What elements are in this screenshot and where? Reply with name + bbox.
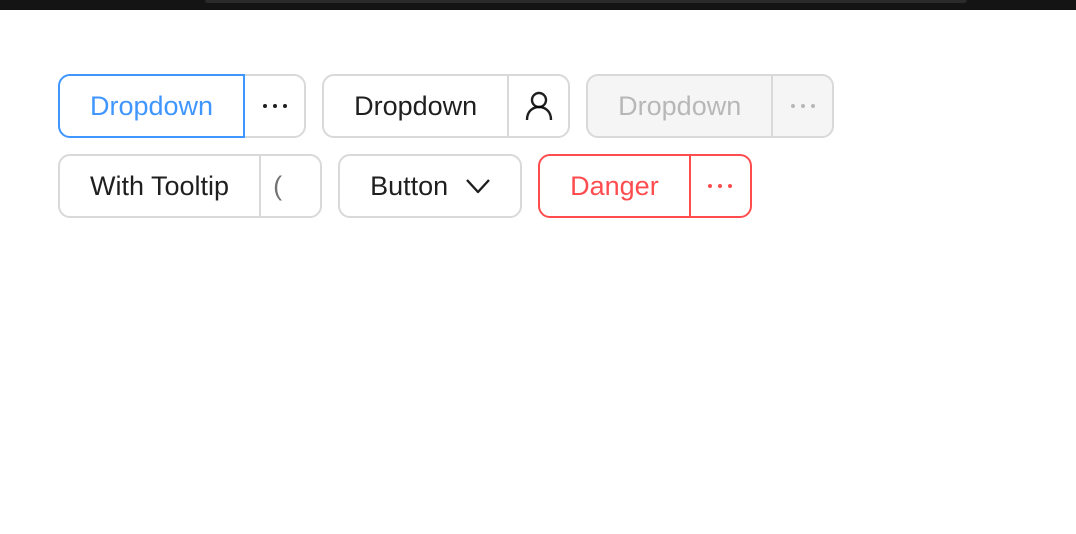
tooltip-dropdown-button[interactable]: With Tooltip <box>58 154 262 218</box>
danger-dropdown-button-group: Danger <box>538 154 752 218</box>
tooltip-dropdown-menu-trigger[interactable]: ( <box>259 154 323 218</box>
user-icon <box>525 91 553 121</box>
ellipsis-icon <box>790 103 816 109</box>
primary-dropdown-menu-trigger[interactable] <box>243 74 307 138</box>
user-dropdown-menu-trigger[interactable] <box>507 74 571 138</box>
disabled-dropdown-menu-trigger <box>771 74 835 138</box>
danger-dropdown-button[interactable]: Danger <box>538 154 691 218</box>
button-row-1: Dropdown Dropdown Dropdown <box>58 74 835 138</box>
button-row-2: With Tooltip ( Button Danger <box>58 154 834 218</box>
dropdown-button-demo: Dropdown Dropdown Dropdown With Tooltip … <box>58 74 835 234</box>
disabled-dropdown-button: Dropdown <box>586 74 774 138</box>
user-dropdown-button-group: Dropdown <box>322 74 571 138</box>
user-dropdown-button[interactable]: Dropdown <box>322 74 510 138</box>
disabled-dropdown-button-group: Dropdown <box>586 74 835 138</box>
tooltip-dropdown-button-group: With Tooltip ( <box>58 154 323 218</box>
button-dropdown-label: Button <box>370 170 449 201</box>
danger-dropdown-menu-trigger[interactable] <box>688 154 752 218</box>
window-top-bar <box>0 0 1076 10</box>
primary-dropdown-button-group: Dropdown <box>58 74 307 138</box>
button-dropdown[interactable]: Button <box>338 154 523 218</box>
ellipsis-icon <box>262 103 288 109</box>
primary-dropdown-button[interactable]: Dropdown <box>58 74 246 138</box>
chevron-down-icon <box>466 178 491 194</box>
top-bar-strip <box>205 0 967 3</box>
ellipsis-icon <box>707 183 733 189</box>
loading-spinner-icon: ( <box>273 170 283 201</box>
